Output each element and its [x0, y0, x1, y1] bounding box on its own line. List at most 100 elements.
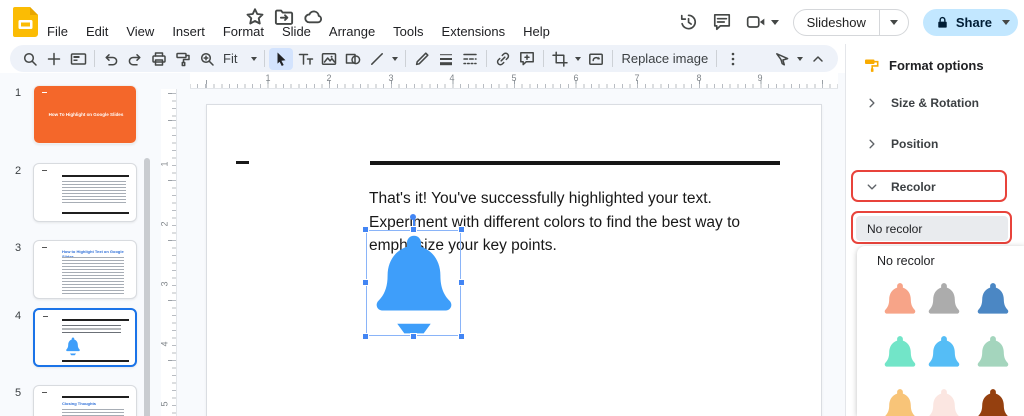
search-menus-icon[interactable] [18, 48, 42, 70]
add-comment-icon[interactable] [515, 48, 539, 70]
text-box-icon[interactable] [293, 48, 317, 70]
hruler-tick: 3 [388, 73, 393, 83]
bell-image[interactable] [370, 233, 458, 337]
section-size-rotation[interactable]: Size & Rotation [866, 96, 979, 110]
mask-image-caret-icon[interactable] [575, 57, 581, 61]
version-history-icon[interactable] [678, 12, 698, 32]
move-folder-icon[interactable] [274, 7, 294, 27]
handle-e[interactable] [458, 279, 465, 286]
cloud-saved-icon[interactable] [303, 7, 323, 27]
menu-edit[interactable]: Edit [77, 22, 117, 41]
document-quick-actions [245, 7, 323, 27]
border-weight-icon[interactable] [434, 48, 458, 70]
chevron-right-icon [866, 97, 878, 109]
handle-ne[interactable] [458, 226, 465, 233]
zoom-caret-icon[interactable] [251, 57, 257, 61]
slide-2-thumbnail[interactable] [33, 163, 137, 222]
line-caret-icon[interactable] [392, 57, 398, 61]
recolor-swatch[interactable] [881, 331, 919, 375]
new-slide-icon[interactable] [42, 48, 66, 70]
crop-image-icon[interactable] [548, 48, 572, 70]
redo-icon[interactable] [123, 48, 147, 70]
hruler-tick: 8 [696, 73, 701, 83]
comment-history-icon[interactable] [712, 12, 732, 32]
menu-arrange[interactable]: Arrange [320, 22, 384, 41]
recolor-dropdown[interactable]: No recolor [856, 216, 1008, 241]
google-slides-app: File Edit View Insert Format Slide Arran… [0, 0, 1024, 416]
slideshow-dropdown[interactable] [879, 10, 908, 35]
paint-format-icon[interactable] [171, 48, 195, 70]
vruler-tick: 5 [160, 401, 170, 406]
share-caret-icon[interactable] [1002, 20, 1010, 25]
slide-1-thumbnail[interactable]: How To Highlight on Google Slides [33, 85, 137, 144]
recolor-swatch[interactable] [925, 331, 963, 375]
section-position[interactable]: Position [866, 137, 938, 151]
handle-se[interactable] [458, 333, 465, 340]
lock-icon [935, 15, 950, 30]
slides-logo-icon[interactable] [13, 7, 38, 37]
slide-3-number: 3 [10, 242, 26, 254]
handle-n[interactable] [410, 226, 417, 233]
handle-nw[interactable] [362, 226, 369, 233]
select-tool-icon[interactable] [269, 48, 293, 70]
border-color-icon[interactable] [410, 48, 434, 70]
handle-s[interactable] [410, 333, 417, 340]
hruler-tick: 6 [573, 73, 578, 83]
border-dash-icon[interactable] [458, 48, 482, 70]
more-options-icon[interactable] [721, 48, 745, 70]
slideshow-button[interactable]: Slideshow [794, 15, 879, 30]
hide-menus-icon[interactable] [806, 48, 830, 70]
meet-control[interactable] [746, 12, 779, 32]
share-button[interactable]: Share [923, 9, 1018, 36]
insert-image-icon[interactable] [317, 48, 341, 70]
recolor-swatch[interactable] [974, 384, 1012, 416]
filmstrip-scrollbar[interactable] [144, 158, 150, 416]
bell-image-selection[interactable] [366, 230, 461, 336]
recolor-swatch[interactable] [974, 278, 1012, 322]
handle-sw[interactable] [362, 333, 369, 340]
recolor-swatch[interactable] [925, 384, 963, 416]
recolor-swatch[interactable] [881, 384, 919, 416]
annotation-recolor-section [851, 170, 1007, 202]
reset-image-icon[interactable] [584, 48, 608, 70]
insert-shape-icon[interactable] [341, 48, 365, 70]
top-divider-line[interactable] [370, 161, 780, 165]
insert-line-icon[interactable] [365, 48, 389, 70]
toolbar-row: Fit [0, 44, 845, 73]
replace-image-button[interactable]: Replace image [617, 51, 712, 66]
menu-extensions[interactable]: Extensions [433, 22, 515, 41]
insert-link-icon[interactable] [491, 48, 515, 70]
meet-caret-icon [771, 20, 779, 25]
menu-help[interactable]: Help [514, 22, 559, 41]
pen-annotate-icon[interactable] [770, 48, 794, 70]
vruler-tick: 2 [160, 221, 170, 226]
menu-file[interactable]: File [38, 22, 77, 41]
title-placeholder-dash [236, 161, 249, 164]
pen-caret-icon[interactable] [797, 57, 803, 61]
slide-4-number: 4 [10, 310, 26, 322]
slide-4-thumbnail[interactable] [33, 308, 137, 367]
menu-tools[interactable]: Tools [384, 22, 432, 41]
undo-icon[interactable] [99, 48, 123, 70]
slide-3-thumbnail[interactable]: How to Highlight Text on Google Slides [33, 240, 137, 299]
slide-canvas: 1 2 3 4 5 6 7 8 9 1 2 3 4 5 That's it! Y… [152, 73, 845, 416]
zoom-level-select[interactable]: Fit [219, 51, 241, 66]
new-slide-layout-icon[interactable] [66, 48, 90, 70]
zoom-icon[interactable] [195, 48, 219, 70]
size-rotation-label: Size & Rotation [891, 96, 979, 110]
recolor-swatch[interactable] [925, 278, 963, 322]
menu-item-no-recolor[interactable]: No recolor [877, 254, 935, 268]
video-call-icon [746, 12, 766, 32]
rotation-handle-dot[interactable] [410, 214, 416, 220]
recolor-swatch[interactable] [881, 278, 919, 322]
print-icon[interactable] [147, 48, 171, 70]
handle-w[interactable] [362, 279, 369, 286]
recolor-swatch[interactable] [974, 331, 1012, 375]
star-icon[interactable] [245, 7, 265, 27]
menu-view[interactable]: View [117, 22, 163, 41]
menu-insert[interactable]: Insert [163, 22, 214, 41]
slide-page[interactable]: That's it! You've successfully highlight… [206, 104, 822, 416]
panel-title: Format options [889, 58, 984, 73]
hruler-tick: 1 [265, 73, 270, 83]
slide-5-thumbnail[interactable]: Closing Thoughts [33, 385, 137, 416]
